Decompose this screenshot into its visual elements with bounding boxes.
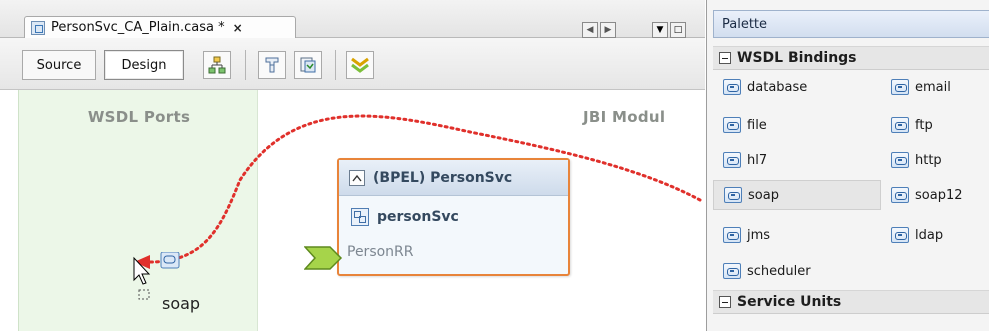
palette-item-label: jms <box>747 227 771 243</box>
binding-icon <box>891 117 909 133</box>
binding-icon <box>891 79 909 95</box>
binding-icon <box>723 79 741 95</box>
palette-item-label: ftp <box>915 117 933 133</box>
collapse-category-icon[interactable] <box>719 52 731 64</box>
palette-item-file[interactable]: file <box>713 110 887 140</box>
binding-icon <box>723 117 741 133</box>
binding-icon <box>891 187 909 203</box>
binding-icon <box>891 152 909 168</box>
palette-item-email[interactable]: email <box>881 72 985 102</box>
category-service-units[interactable]: Service Units <box>713 290 989 314</box>
palette-item-label: hl7 <box>747 152 768 168</box>
palette-item-label: http <box>915 152 942 168</box>
dragged-item-label: soap <box>162 294 201 313</box>
collapse-category-icon[interactable] <box>719 296 731 308</box>
palette-item-label: email <box>915 79 951 95</box>
palette-item-label: soap12 <box>915 187 963 203</box>
binding-icon <box>723 152 741 168</box>
palette-item-http[interactable]: http <box>881 145 985 175</box>
palette-item-label: ldap <box>915 227 944 243</box>
palette-item-soap[interactable]: soap <box>713 180 881 210</box>
palette-item-hl7[interactable]: hl7 <box>713 145 887 175</box>
palette-item-jms[interactable]: jms <box>713 220 887 250</box>
category-wsdl-bindings[interactable]: WSDL Bindings <box>713 46 989 70</box>
palette-title-bar[interactable]: Palette <box>713 10 989 38</box>
binding-icon <box>724 187 742 203</box>
palette-item-label: database <box>747 79 808 95</box>
palette-panel: Palette WSDL Bindings database email fil… <box>706 0 989 331</box>
binding-icon <box>891 227 909 243</box>
palette-item-soap12[interactable]: soap12 <box>881 180 985 210</box>
palette-item-label: soap <box>748 187 779 203</box>
palette-item-label: scheduler <box>747 263 811 279</box>
palette-item-label: file <box>747 117 767 133</box>
palette-item-database[interactable]: database <box>713 72 887 102</box>
category-label: Service Units <box>737 294 842 310</box>
palette-item-scheduler[interactable]: scheduler <box>713 256 887 286</box>
category-label: WSDL Bindings <box>737 50 857 66</box>
casa-editor-window: PersonSvc_CA_Plain.casa * × ◀ ▶ ▼ □ Sour… <box>0 0 989 331</box>
binding-icon <box>723 263 741 279</box>
binding-icon <box>723 227 741 243</box>
casa-editor-panel: PersonSvc_CA_Plain.casa * × ◀ ▶ ▼ □ Sour… <box>0 0 705 331</box>
palette-item-ftp[interactable]: ftp <box>881 110 985 140</box>
palette-item-ldap[interactable]: ldap <box>881 220 985 250</box>
